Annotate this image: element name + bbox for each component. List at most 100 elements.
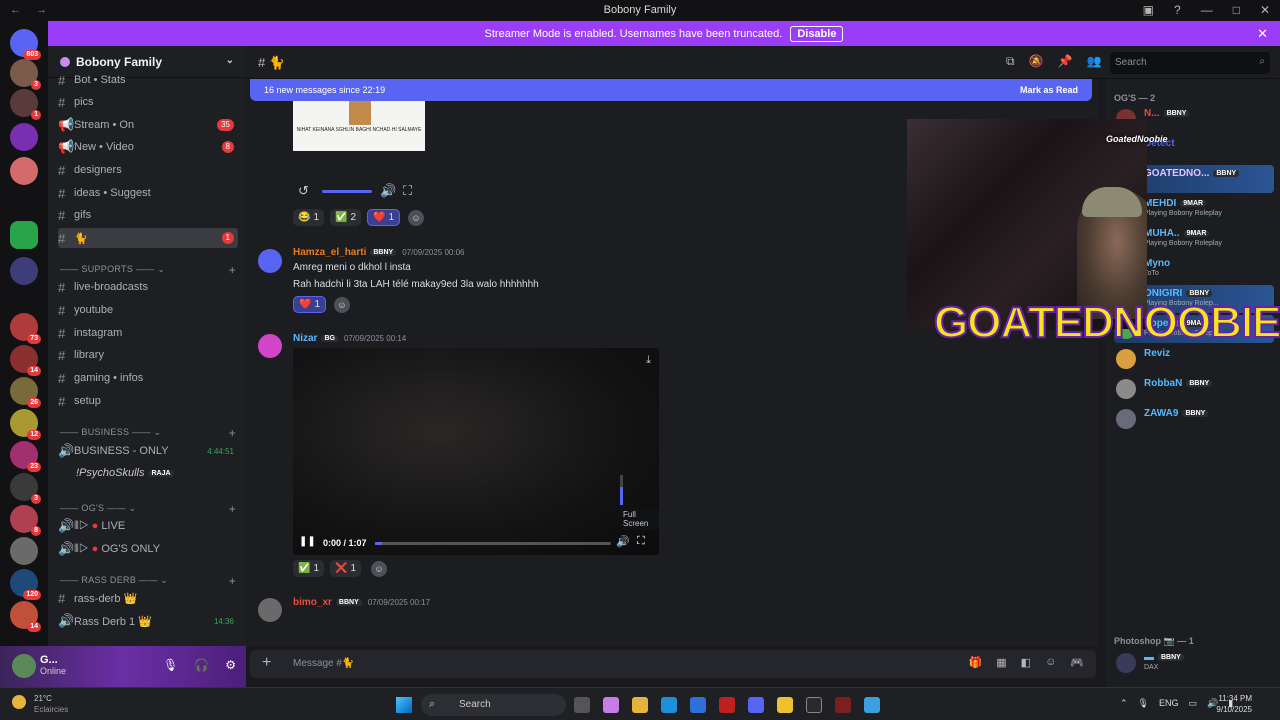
close-icon[interactable]: ✕ bbox=[1257, 26, 1268, 42]
chrome-icon[interactable] bbox=[777, 697, 793, 713]
minimize-button[interactable]: — bbox=[1201, 3, 1213, 17]
obs-icon[interactable] bbox=[806, 697, 822, 713]
server-icon[interactable] bbox=[10, 157, 38, 185]
volume-slider[interactable] bbox=[620, 475, 623, 505]
maximize-button[interactable]: □ bbox=[1233, 3, 1240, 17]
server-icon[interactable]: 8 bbox=[10, 505, 41, 536]
channel-item[interactable]: # ideas • Suggest bbox=[58, 183, 238, 203]
app-icon[interactable] bbox=[835, 697, 851, 713]
edge-icon[interactable] bbox=[661, 697, 677, 713]
avatar[interactable] bbox=[258, 598, 282, 622]
voice-channel[interactable]: 🔊 Rass Derb 1 👑 14:36 bbox=[58, 611, 238, 631]
notifications-icon[interactable]: 🔕 bbox=[1029, 54, 1044, 69]
reaction[interactable]: ❤️ 1 bbox=[293, 296, 327, 313]
gear-icon[interactable]: ⚙ bbox=[225, 658, 236, 672]
voice-channel[interactable]: 🔊 ⦀▷ ● OG'S ONLY bbox=[58, 539, 238, 559]
network-icon[interactable]: ▭ bbox=[1189, 698, 1198, 709]
server-icon[interactable]: 73 bbox=[10, 313, 41, 344]
message-author[interactable]: Nizar BG 07/09/2025 00:14 bbox=[293, 333, 406, 344]
mark-as-read-button[interactable]: Mark as Read bbox=[1020, 85, 1078, 95]
server-icon[interactable]: 1 bbox=[10, 89, 41, 120]
fullscreen-icon[interactable]: ⛶ bbox=[403, 183, 412, 199]
category-ogs[interactable]: —— OG'S —— ⌄ + bbox=[60, 502, 236, 516]
download-icon[interactable]: ⤓ bbox=[646, 354, 651, 367]
taskbar-search[interactable]: ⌕ Search bbox=[421, 694, 566, 716]
gift-icon[interactable]: 🎁 bbox=[969, 656, 983, 669]
volume-icon[interactable]: 🔊 bbox=[616, 535, 630, 548]
threads-icon[interactable]: ⧉ bbox=[1006, 54, 1015, 69]
member-item[interactable]: RobbaN BBNY bbox=[1114, 375, 1274, 403]
search-input[interactable]: Search ⌕ bbox=[1110, 52, 1270, 74]
channel-item[interactable]: # setup bbox=[58, 391, 238, 411]
microphone-icon[interactable]: 🎙 bbox=[163, 658, 178, 672]
avatar[interactable] bbox=[258, 334, 282, 358]
member-item[interactable]: ▬ BBNY DAX bbox=[1114, 649, 1274, 677]
members-icon[interactable]: 👥 bbox=[1086, 54, 1101, 69]
avatar[interactable] bbox=[258, 249, 282, 273]
channel-item[interactable]: # youtube bbox=[58, 300, 238, 320]
discord-icon[interactable] bbox=[748, 697, 764, 713]
new-messages-bar[interactable]: 16 new messages since 22:19 Mark as Read bbox=[250, 79, 1092, 101]
fullscreen-icon[interactable]: ⛶ bbox=[637, 535, 645, 548]
voice-channel[interactable]: 🔊 ⦀▷ ● LIVE bbox=[58, 516, 238, 536]
channel-item[interactable]: 📢 Stream • On 35 bbox=[58, 115, 238, 135]
avatar[interactable] bbox=[12, 654, 36, 678]
category-rass-derb[interactable]: —— RASS DERB —— ⌄ + bbox=[60, 574, 236, 588]
add-attachment-icon[interactable]: + bbox=[262, 654, 271, 672]
message-author[interactable]: Hamza_el_harti BBNY 07/09/2025 00:06 bbox=[293, 247, 465, 258]
server-icon[interactable] bbox=[10, 221, 38, 249]
server-icon[interactable] bbox=[10, 537, 38, 565]
task-view-icon[interactable] bbox=[574, 697, 590, 713]
reaction[interactable]: 😂 1 bbox=[293, 209, 325, 226]
server-icon[interactable]: 23 bbox=[10, 441, 41, 472]
server-icon[interactable]: 3 bbox=[10, 59, 41, 90]
windows-start-icon[interactable] bbox=[396, 697, 412, 713]
clock[interactable]: 11:34 PM 9/10/2025 bbox=[1216, 693, 1252, 715]
server-icon[interactable]: 12 bbox=[10, 409, 41, 440]
language-indicator[interactable]: ENG bbox=[1159, 698, 1179, 709]
app-icon[interactable] bbox=[719, 697, 735, 713]
copilot-icon[interactable] bbox=[603, 697, 619, 713]
channel-item[interactable]: # library bbox=[58, 345, 238, 365]
chevron-down-icon[interactable]: ⌄ bbox=[226, 55, 234, 66]
store-icon[interactable] bbox=[690, 697, 706, 713]
headphones-icon[interactable]: 🎧 bbox=[194, 658, 209, 672]
server-icon[interactable]: 14 bbox=[10, 601, 41, 632]
apps-icon[interactable]: 🎮 bbox=[1070, 656, 1084, 669]
channel-item[interactable]: # pics bbox=[58, 92, 238, 112]
add-reaction-icon[interactable]: ☺ bbox=[408, 210, 424, 226]
inbox-icon[interactable]: ▣ bbox=[1143, 3, 1154, 17]
disable-button[interactable]: Disable bbox=[790, 25, 844, 42]
server-icon[interactable]: 3 bbox=[10, 473, 41, 504]
reaction[interactable]: ❌ 1 bbox=[330, 560, 362, 577]
home-server-icon[interactable]: 803 bbox=[10, 29, 41, 60]
help-icon[interactable]: ? bbox=[1174, 3, 1181, 17]
category-business[interactable]: —— BUSINESS —— ⌄ + bbox=[60, 426, 236, 440]
server-icon[interactable]: 14 bbox=[10, 345, 41, 376]
channel-item[interactable]: # live-broadcasts bbox=[58, 277, 238, 297]
channel-item[interactable]: # rass-derb 👑 bbox=[58, 588, 238, 608]
message-input[interactable]: Message #🐈 bbox=[293, 658, 354, 669]
photoshop-icon[interactable] bbox=[864, 697, 880, 713]
server-icon[interactable]: 120 bbox=[10, 569, 41, 600]
image-attachment[interactable]: NIHAT KEINANA SGHLIN BAGHI NCHAD HI SALM… bbox=[293, 101, 425, 151]
pause-icon[interactable]: ❚❚ bbox=[299, 536, 316, 547]
reaction[interactable]: ✅ 1 bbox=[293, 560, 325, 577]
pin-icon[interactable]: 📌 bbox=[1058, 54, 1073, 69]
message-composer[interactable]: + Message #🐈 🎁 ▦ ◧ ☺ 🎮 bbox=[250, 650, 1096, 678]
channel-item[interactable]: # Bot • Stats bbox=[58, 70, 238, 90]
reaction[interactable]: ❤️ 1 bbox=[367, 209, 401, 226]
video-progress[interactable] bbox=[375, 542, 611, 545]
voice-channel[interactable]: 🔊 BUSINESS - ONLY 4:44:51 bbox=[58, 441, 238, 461]
volume-icon[interactable]: 🔊 bbox=[380, 183, 396, 199]
channel-item[interactable]: # designers bbox=[58, 160, 238, 180]
channel-item[interactable]: # instagram bbox=[58, 323, 238, 343]
replay-icon[interactable]: ↺ bbox=[298, 183, 309, 199]
microphone-icon[interactable]: 🎙 bbox=[1138, 698, 1149, 709]
server-icon[interactable]: 26 bbox=[10, 377, 41, 408]
server-icon[interactable] bbox=[10, 123, 38, 151]
file-explorer-icon[interactable] bbox=[632, 697, 648, 713]
close-window-button[interactable]: ✕ bbox=[1260, 3, 1270, 17]
channel-item-active[interactable]: # 🐈 1 bbox=[58, 228, 238, 248]
category-supports[interactable]: —— SUPPORTS —— ⌄ + bbox=[60, 263, 236, 277]
